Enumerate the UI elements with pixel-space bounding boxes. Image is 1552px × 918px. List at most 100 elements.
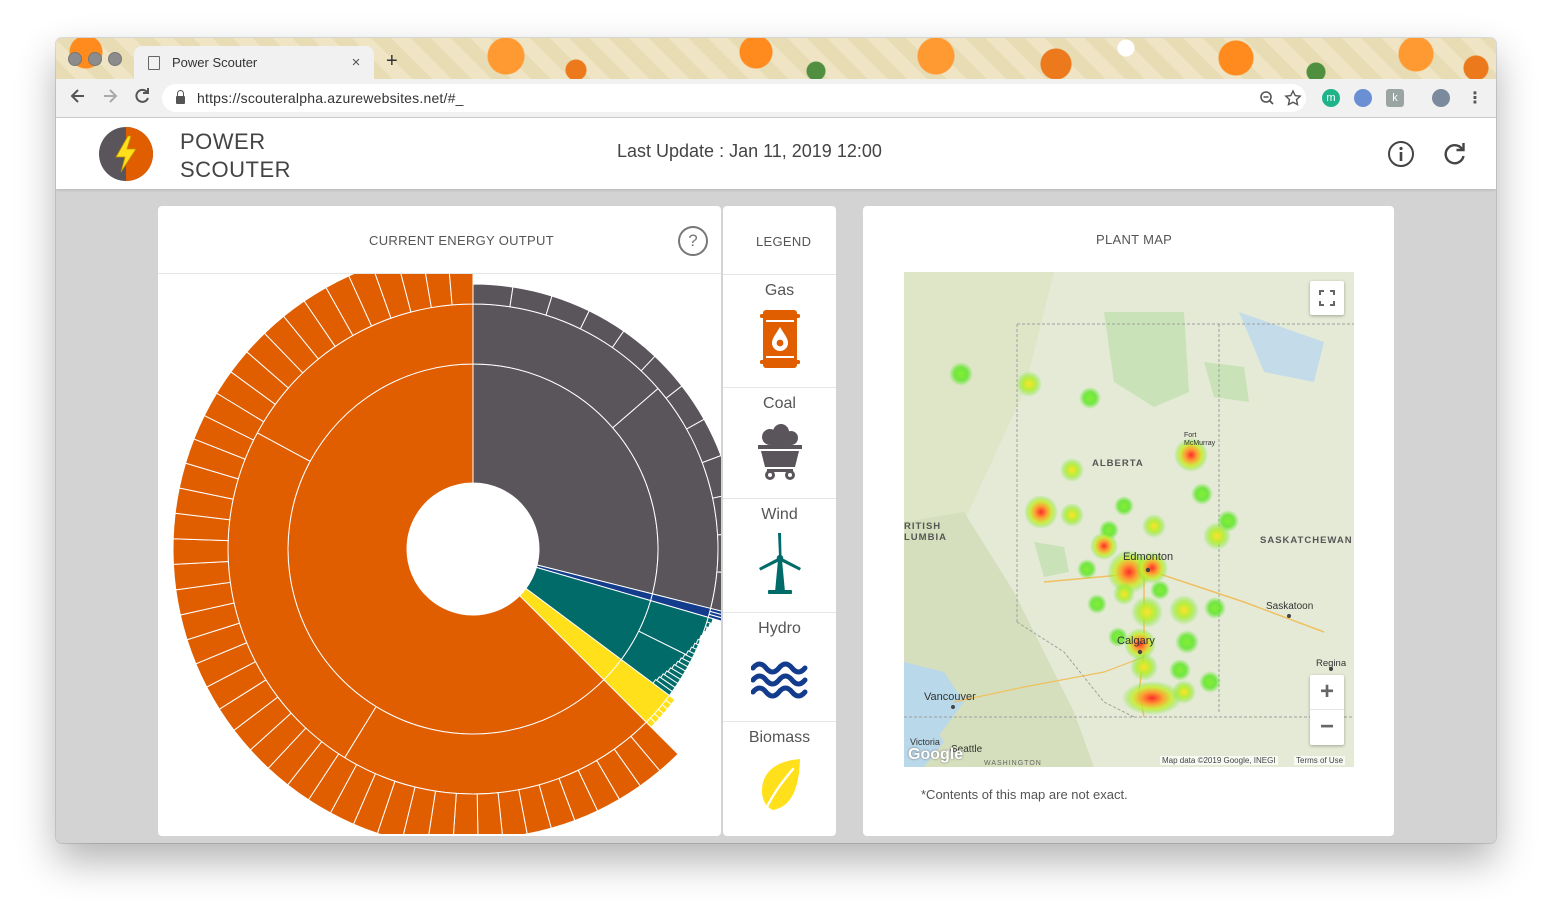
sunburst-leaf-gas[interactable] xyxy=(476,792,503,834)
legend-label-gas: Gas xyxy=(764,282,795,299)
heat-spot xyxy=(1079,387,1101,409)
plant-map-card: PLANT MAP ALBERTA RITISH LUMBIA SASKATCH… xyxy=(863,206,1394,836)
browser-window: Power Scouter × + https://scouteralpha.a… xyxy=(56,38,1496,843)
heat-spot xyxy=(1169,595,1199,625)
legend-item-coal[interactable]: Coal xyxy=(723,389,836,483)
google-logo: Google xyxy=(908,746,964,763)
coal-cart-icon xyxy=(757,424,802,480)
energy-card-title: CURRENT ENERGY OUTPUT xyxy=(369,233,554,248)
heat-spot xyxy=(1077,559,1097,579)
window-minimize-dot[interactable] xyxy=(88,52,102,66)
zoom-out-button[interactable]: − xyxy=(1310,710,1344,744)
legend-item-hydro[interactable]: Hydro xyxy=(723,614,836,708)
heat-spot xyxy=(1087,594,1107,614)
map-label-alberta: ALBERTA xyxy=(1092,458,1144,469)
heat-spot xyxy=(1024,495,1058,529)
fullscreen-button[interactable] xyxy=(1310,281,1344,315)
back-arrow-icon[interactable] xyxy=(68,86,88,106)
fullscreen-icon xyxy=(1319,290,1335,306)
zoom-in-button[interactable]: + xyxy=(1310,675,1344,710)
heat-spot xyxy=(1090,532,1118,560)
brand-name: POWER SCOUTER xyxy=(180,128,291,184)
legend-label-biomass: Biomass xyxy=(748,729,811,746)
extension-k-icon[interactable]: k xyxy=(1386,89,1404,107)
heat-spot xyxy=(1150,580,1170,600)
sunburst-leaf-coal[interactable] xyxy=(716,534,721,574)
lock-icon xyxy=(176,90,185,104)
browser-tab[interactable]: Power Scouter × xyxy=(134,46,374,79)
heat-spot xyxy=(1130,653,1158,681)
heat-spot xyxy=(1060,458,1084,482)
info-icon[interactable] xyxy=(1387,140,1415,168)
legend-title: LEGEND xyxy=(756,234,812,249)
map-disclaimer: *Contents of this map are not exact. xyxy=(921,787,1128,802)
oil-barrel-icon xyxy=(759,310,800,368)
legend-item-wind[interactable]: Wind xyxy=(723,500,836,596)
extension-m-icon[interactable]: m xyxy=(1322,89,1340,107)
heat-spot xyxy=(1175,630,1199,654)
sunburst-leaf-gas[interactable] xyxy=(447,274,474,306)
map-label-washington: WASHINGTON xyxy=(984,760,1042,767)
legend-item-biomass[interactable]: Biomass xyxy=(723,723,836,819)
map-attribution: Map data ©2019 Google, INEGI xyxy=(1160,756,1278,765)
heat-spot xyxy=(1142,514,1166,538)
map-terms-link[interactable]: Terms of Use xyxy=(1294,756,1346,765)
reload-icon[interactable] xyxy=(132,86,152,106)
legend-divider-2 xyxy=(723,498,836,499)
tab-close-icon[interactable]: × xyxy=(346,54,366,71)
forward-arrow-icon[interactable] xyxy=(100,86,120,106)
last-update-text: Last Update : Jan 11, 2019 12:00 xyxy=(617,141,882,161)
help-icon[interactable]: ? xyxy=(678,226,708,256)
sunburst-leaf-gas[interactable] xyxy=(453,792,479,834)
heat-spot xyxy=(1060,503,1084,527)
map-label-fort-mcmurray: Fort McMurray xyxy=(1184,432,1215,448)
window-zoom-dot[interactable] xyxy=(108,52,122,66)
brand-line-1: POWER xyxy=(180,129,266,154)
browser-toolbar: https://scouteralpha.azurewebsites.net/#… xyxy=(56,79,1496,118)
profile-avatar[interactable] xyxy=(1432,89,1450,107)
map-label-mcmurray: McMurray xyxy=(1184,440,1216,447)
document-icon xyxy=(148,55,160,70)
map-label-calgary: Calgary xyxy=(1117,635,1155,647)
refresh-icon[interactable] xyxy=(1441,140,1469,168)
window-close-dot[interactable] xyxy=(68,52,82,66)
map-label-edmonton: Edmonton xyxy=(1123,551,1174,563)
app-header: POWER SCOUTER Last Update : Jan 11, 2019… xyxy=(56,118,1496,189)
map-label-fort: Fort xyxy=(1184,432,1197,439)
water-waves-icon xyxy=(750,661,807,699)
extension-blue-icon[interactable] xyxy=(1354,89,1372,107)
map-label-british-columbia: RITISH LUMBIA xyxy=(904,521,947,543)
page-viewport: POWER SCOUTER Last Update : Jan 11, 2019… xyxy=(56,118,1496,843)
tab-bar: Power Scouter × + xyxy=(56,38,1496,79)
bookmark-star-icon[interactable] xyxy=(1280,89,1306,107)
heat-spot xyxy=(1203,522,1231,550)
energy-output-card: CURRENT ENERGY OUTPUT ? xyxy=(158,206,721,836)
legend-item-gas[interactable]: Gas xyxy=(723,276,836,370)
map-label-saskatoon: Saskatoon xyxy=(1266,601,1314,612)
sunburst-leaf-gas[interactable] xyxy=(172,538,229,565)
heat-spot xyxy=(1122,681,1182,715)
plant-map[interactable]: ALBERTA RITISH LUMBIA SASKATCHEWAN Edmon… xyxy=(904,272,1354,767)
address-bar[interactable]: https://scouteralpha.azurewebsites.net/#… xyxy=(162,84,1306,112)
url-text: https://scouteralpha.azurewebsites.net/#… xyxy=(197,90,464,106)
heat-spot xyxy=(1191,483,1213,505)
sunburst-center xyxy=(407,483,539,615)
plant-map-title: PLANT MAP xyxy=(1096,232,1173,247)
map-label-bc-1: RITISH xyxy=(904,521,942,532)
wind-turbine-icon xyxy=(758,533,801,594)
heat-spot xyxy=(1131,596,1163,628)
zoom-icon[interactable] xyxy=(1254,89,1280,107)
map-label-bc-2: LUMBIA xyxy=(904,532,947,543)
new-tab-button[interactable]: + xyxy=(386,50,398,73)
energy-sunburst-chart[interactable] xyxy=(158,274,721,834)
map-label-saskatchewan: SASKATCHEWAN xyxy=(1260,535,1353,546)
zoom-control: + − xyxy=(1310,675,1344,745)
browser-menu-icon[interactable]: ⋮ xyxy=(1467,88,1483,108)
leaf-icon xyxy=(761,759,800,817)
heat-spot xyxy=(1113,583,1135,605)
power-scouter-logo-icon xyxy=(99,127,153,181)
legend-label-wind: Wind xyxy=(761,506,798,523)
brand-line-2: SCOUTER xyxy=(180,157,292,182)
map-label-regina: Regina xyxy=(1316,658,1347,669)
sunburst-leaf-coal[interactable] xyxy=(472,283,514,308)
